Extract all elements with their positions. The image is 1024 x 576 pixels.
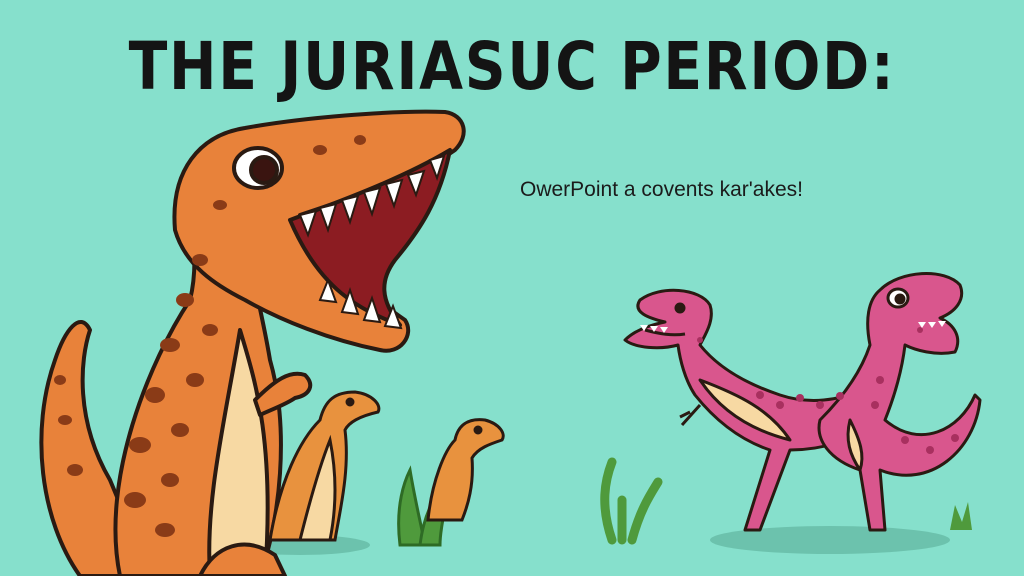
raptor-icon (817, 272, 982, 532)
slide-title: THE JURIASUC PERIOD: (128, 28, 896, 105)
slide-subtitle: OwerPoint a covents kar'akes! (520, 178, 803, 201)
plant-icon (600, 457, 663, 545)
slide: THE JURIASUC PERIOD: OwerPoint a covents… (0, 0, 1024, 576)
plant-icon (950, 502, 972, 530)
small-dino-icon (268, 390, 381, 542)
small-dino-icon (426, 418, 505, 522)
